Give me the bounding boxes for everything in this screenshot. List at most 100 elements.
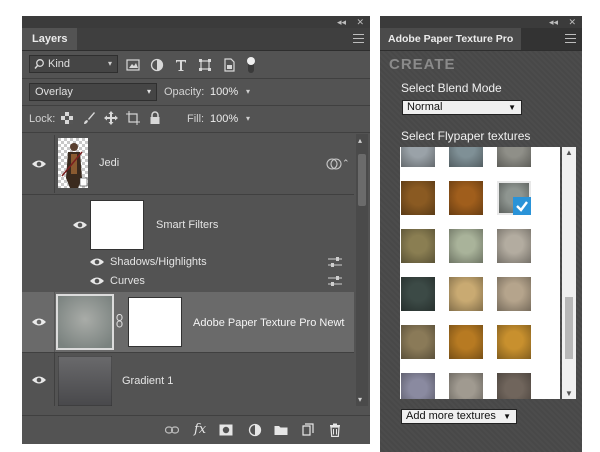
texture-swatch[interactable] bbox=[449, 229, 483, 263]
lock-transparent-pixels-icon[interactable] bbox=[61, 112, 73, 124]
collapse-panel-button[interactable]: ◂◂ bbox=[549, 16, 558, 28]
layer-row-paper-texture[interactable]: Adobe Paper Texture Pro Newt bbox=[22, 292, 354, 352]
texture-swatch[interactable] bbox=[449, 373, 483, 399]
blend-mode-select[interactable]: Overlay ▾ bbox=[29, 83, 157, 101]
texture-swatch[interactable] bbox=[401, 229, 435, 263]
layer-name: Gradient 1 bbox=[122, 375, 174, 387]
blend-mode-section-title: Select Blend Mode bbox=[401, 81, 502, 95]
eye-visibility-icon[interactable] bbox=[90, 257, 104, 267]
layer-name: Adobe Paper Texture Pro Newt bbox=[193, 317, 345, 329]
tab-layers[interactable]: Layers bbox=[22, 28, 78, 50]
smart-object-filter-icon[interactable] bbox=[222, 58, 236, 72]
texture-swatch[interactable] bbox=[449, 181, 483, 215]
texture-swatch[interactable] bbox=[497, 325, 531, 359]
panel-top-strip: ◂◂ ✕ bbox=[22, 16, 370, 28]
create-header: CREATE bbox=[389, 56, 456, 73]
layer-row-smart-filters[interactable]: Smart Filters bbox=[22, 195, 354, 253]
panel-menu-icon[interactable] bbox=[565, 34, 576, 43]
eye-visibility-icon[interactable] bbox=[73, 220, 87, 230]
tab-paper-texture-pro[interactable]: Adobe Paper Texture Pro bbox=[380, 28, 522, 50]
chevron-up-icon[interactable]: ⌃ bbox=[342, 158, 350, 169]
scroll-up-icon[interactable]: ▲ bbox=[565, 148, 573, 157]
layer-name: Shadows/Highlights bbox=[110, 256, 207, 268]
texture-swatch[interactable] bbox=[449, 325, 483, 359]
layer-name: Jedi bbox=[99, 157, 120, 169]
scroll-down-icon[interactable]: ▾ bbox=[358, 395, 362, 404]
texture-swatch[interactable] bbox=[497, 373, 531, 399]
layers-bottom-toolbar: fx bbox=[22, 415, 370, 444]
add-layer-style-fx-button[interactable]: fx bbox=[194, 422, 206, 437]
smart-filter-indicator-icon[interactable] bbox=[326, 157, 342, 171]
eye-visibility-icon[interactable] bbox=[32, 317, 46, 327]
blend-mode-value: Overlay bbox=[35, 86, 73, 98]
layer-name: Curves bbox=[110, 275, 145, 287]
fill-slider-toggle[interactable]: ▾ bbox=[246, 114, 250, 123]
texture-swatch[interactable] bbox=[497, 229, 531, 263]
texture-swatch[interactable] bbox=[401, 277, 435, 311]
textures-section-title: Select Flypaper textures bbox=[401, 129, 531, 143]
filter-toggle-switch[interactable] bbox=[246, 55, 256, 75]
lock-position-move-icon[interactable] bbox=[104, 111, 118, 125]
add-more-textures-dropdown[interactable]: Add more textures ▼ bbox=[401, 409, 517, 424]
link-chain-icon[interactable] bbox=[116, 314, 124, 328]
texture-swatch[interactable] bbox=[497, 147, 531, 167]
shape-layer-filter-icon[interactable] bbox=[198, 58, 212, 72]
scroll-up-icon[interactable]: ▴ bbox=[358, 136, 362, 145]
opacity-slider-toggle[interactable]: ▾ bbox=[246, 87, 250, 96]
lock-all-icon[interactable] bbox=[149, 111, 161, 125]
eye-visibility-icon[interactable] bbox=[32, 159, 46, 169]
layers-tab-bar: Layers bbox=[22, 28, 370, 51]
type-layer-filter-icon[interactable] bbox=[174, 58, 188, 72]
layer-row-jedi[interactable]: Jedi ⌃ bbox=[22, 134, 354, 194]
texture-swatch[interactable] bbox=[449, 277, 483, 311]
texture-swatch[interactable] bbox=[497, 277, 531, 311]
texture-swatch[interactable] bbox=[401, 181, 435, 215]
lock-image-pixels-brush-icon[interactable] bbox=[82, 111, 96, 125]
jedi-layer-thumbnail bbox=[58, 138, 88, 188]
fill-input[interactable]: 100% bbox=[210, 113, 238, 125]
divider bbox=[22, 78, 370, 79]
texture-layer-thumbnail bbox=[56, 294, 114, 350]
delete-layer-trash-icon[interactable] bbox=[328, 423, 342, 437]
layer-row-curves[interactable]: Curves bbox=[22, 272, 354, 291]
scroll-down-icon[interactable]: ▼ bbox=[565, 389, 573, 398]
eye-visibility-icon[interactable] bbox=[32, 375, 46, 385]
filter-blending-options-icon[interactable] bbox=[328, 275, 342, 287]
texture-swatch[interactable] bbox=[497, 181, 531, 215]
layer-row-gradient[interactable]: Gradient 1 bbox=[22, 353, 354, 406]
adjustment-layer-filter-icon[interactable] bbox=[150, 58, 164, 72]
filter-kind-select[interactable]: Kind ▾ bbox=[29, 55, 118, 73]
texture-swatch[interactable] bbox=[401, 147, 435, 167]
texture-grid bbox=[400, 147, 560, 399]
texture-blend-mode-dropdown[interactable]: Normal ▼ bbox=[402, 100, 522, 115]
texture-swatch[interactable] bbox=[449, 147, 483, 167]
add-layer-mask-icon[interactable] bbox=[219, 423, 233, 437]
close-panel-button[interactable]: ✕ bbox=[568, 16, 576, 28]
lock-artboard-icon[interactable] bbox=[126, 111, 140, 125]
collapse-panel-button[interactable]: ◂◂ bbox=[337, 16, 346, 28]
new-adjustment-layer-icon[interactable] bbox=[248, 423, 262, 437]
scroll-thumb[interactable] bbox=[358, 154, 366, 206]
layers-scrollbar[interactable]: ▴ ▾ bbox=[356, 134, 368, 406]
close-panel-button[interactable]: ✕ bbox=[356, 16, 364, 28]
texture-scrollbar[interactable]: ▲ ▼ bbox=[562, 147, 576, 399]
new-layer-icon[interactable] bbox=[301, 423, 315, 437]
pixel-layer-filter-icon[interactable] bbox=[126, 58, 140, 72]
search-icon bbox=[34, 59, 44, 69]
texture-swatch[interactable] bbox=[401, 373, 435, 399]
add-more-textures-label: Add more textures bbox=[406, 410, 496, 422]
eye-visibility-icon[interactable] bbox=[90, 276, 104, 286]
panel-menu-icon[interactable] bbox=[353, 34, 364, 43]
layer-mask-thumbnail[interactable] bbox=[128, 297, 182, 347]
layer-row-shadows-highlights[interactable]: Shadows/Highlights bbox=[22, 253, 354, 272]
dropdown-arrow-icon: ▼ bbox=[508, 103, 516, 112]
scroll-thumb[interactable] bbox=[565, 297, 573, 359]
opacity-input[interactable]: 100% bbox=[210, 86, 238, 98]
filter-blending-options-icon[interactable] bbox=[328, 256, 342, 268]
layer-name: Smart Filters bbox=[156, 219, 219, 231]
link-layers-icon[interactable] bbox=[165, 423, 179, 437]
dropdown-arrow-icon: ▼ bbox=[503, 412, 511, 421]
new-group-folder-icon[interactable] bbox=[274, 423, 288, 437]
smart-filters-mask-thumbnail bbox=[90, 200, 144, 250]
texture-swatch[interactable] bbox=[401, 325, 435, 359]
